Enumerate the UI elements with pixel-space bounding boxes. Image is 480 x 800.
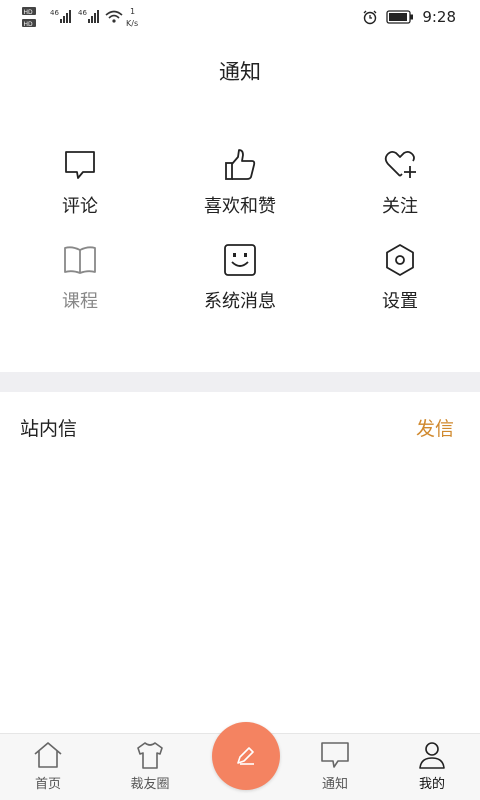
grid-item-course[interactable]: 课程 bbox=[0, 243, 160, 338]
smile-face-icon bbox=[224, 244, 256, 276]
svg-text:46: 46 bbox=[78, 9, 87, 17]
tab-circle[interactable]: 裁友圈 bbox=[110, 740, 190, 792]
grid-item-label: 评论 bbox=[62, 196, 98, 217]
svg-text:46: 46 bbox=[50, 9, 59, 17]
grid-item-comment[interactable]: 评论 bbox=[0, 148, 160, 243]
svg-text:HD: HD bbox=[24, 21, 34, 28]
tab-home[interactable]: 首页 bbox=[8, 740, 88, 792]
section-divider bbox=[0, 372, 480, 392]
person-icon bbox=[419, 742, 445, 769]
grid-item-label: 课程 bbox=[62, 291, 98, 312]
battery-icon bbox=[386, 10, 414, 24]
grid-item-label: 设置 bbox=[382, 291, 418, 312]
status-right: 9:28 bbox=[362, 8, 456, 26]
pencil-icon bbox=[237, 747, 254, 765]
page-title: 通知 bbox=[219, 60, 261, 84]
send-message-button[interactable]: 发信 bbox=[416, 414, 454, 441]
tab-label: 首页 bbox=[34, 777, 61, 792]
svg-text:HD: HD bbox=[24, 9, 34, 16]
grid-item-label: 喜欢和赞 bbox=[204, 196, 276, 217]
signal-indicators: HD HD 46 46 1 K/s bbox=[22, 6, 152, 33]
status-bar: HD HD 46 46 1 K/s 9:28 bbox=[0, 0, 480, 34]
tab-notification[interactable]: 通知 bbox=[295, 740, 375, 792]
heart-plus-icon bbox=[384, 150, 416, 178]
hexagon-settings-icon bbox=[386, 244, 414, 276]
signal-icon: HD HD 46 46 1 K/s bbox=[22, 7, 138, 28]
grid-item-likes[interactable]: 喜欢和赞 bbox=[160, 148, 320, 243]
alarm-icon bbox=[363, 10, 377, 25]
tab-label: 通知 bbox=[321, 777, 348, 792]
message-icon bbox=[321, 742, 349, 768]
notification-grid: 评论 喜欢和赞 关注 课程 系统消息 设置 bbox=[0, 148, 480, 338]
grid-item-system[interactable]: 系统消息 bbox=[160, 243, 320, 338]
home-icon bbox=[34, 742, 62, 768]
compose-button[interactable] bbox=[212, 722, 280, 790]
svg-text:K/s: K/s bbox=[126, 19, 138, 28]
grid-item-label: 系统消息 bbox=[204, 291, 276, 312]
grid-item-settings[interactable]: 设置 bbox=[320, 243, 480, 338]
svg-text:1: 1 bbox=[130, 7, 135, 16]
grid-item-label: 关注 bbox=[382, 196, 418, 217]
book-icon bbox=[64, 246, 96, 274]
shirt-icon bbox=[137, 742, 163, 769]
comment-icon bbox=[65, 151, 95, 179]
thumbs-up-icon bbox=[225, 149, 256, 180]
inbox-title: 站内信 bbox=[20, 418, 78, 440]
tab-mine[interactable]: 我的 bbox=[392, 740, 472, 792]
clock: 9:28 bbox=[422, 8, 456, 26]
grid-item-follow[interactable]: 关注 bbox=[320, 148, 480, 243]
tab-label: 我的 bbox=[418, 777, 445, 792]
inbox-header: 站内信 发信 bbox=[0, 392, 480, 462]
tab-label: 裁友圈 bbox=[130, 777, 170, 792]
